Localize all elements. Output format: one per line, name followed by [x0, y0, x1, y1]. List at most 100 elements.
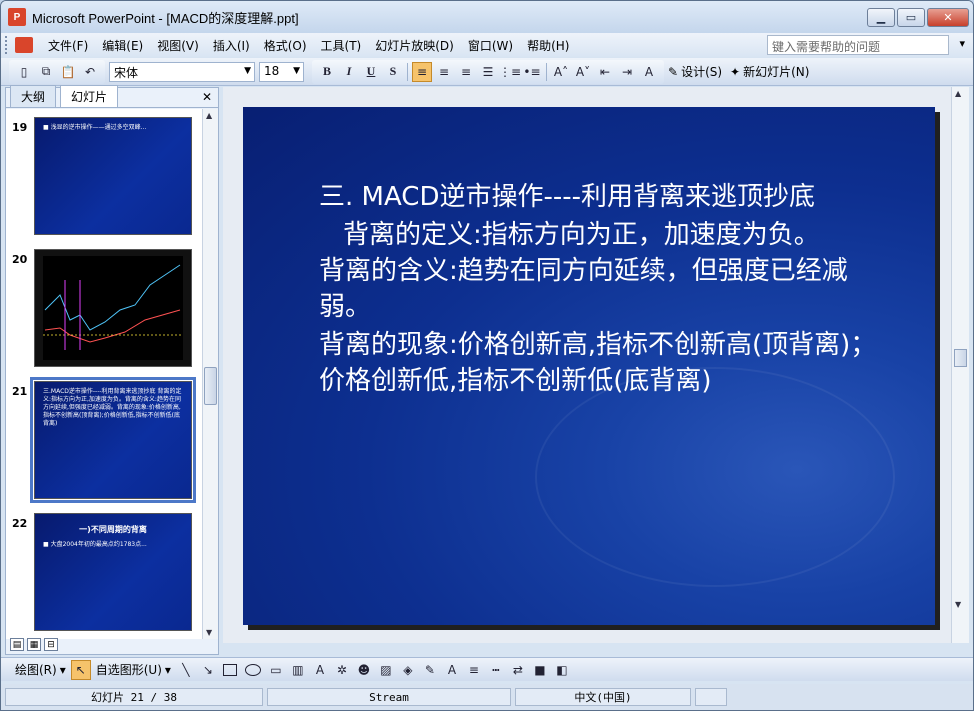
view-buttons: ▤ ▦ ⊟	[10, 638, 58, 654]
slideshow-view-icon[interactable]: ⊟	[44, 638, 58, 651]
title-bar: P Microsoft PowerPoint - [MACD的深度理解.ppt]…	[1, 1, 973, 33]
status-bar: 幻灯片 21 / 38 Stream 中文(中国)	[1, 684, 973, 710]
powerpoint-app-icon[interactable]: P	[8, 8, 26, 26]
oval-icon[interactable]	[244, 663, 261, 676]
slide-thumbnail-20[interactable]	[34, 249, 192, 367]
slide-phenomenon-paragraph[interactable]: 背离的现象:价格创新高,指标不创新高(顶背离)；价格创新低,指标不创新低(底背离…	[319, 327, 899, 399]
close-button[interactable]: ✕	[927, 8, 969, 27]
tab-outline[interactable]: 大纲	[10, 85, 57, 107]
font-dropdown-icon[interactable]: ▼	[244, 66, 251, 76]
3d-style-icon[interactable]: ◧	[552, 660, 572, 680]
menu-grip[interactable]	[5, 36, 15, 54]
vertical-textbox-icon[interactable]: ▥	[288, 660, 308, 680]
font-color-icon[interactable]: A	[442, 660, 462, 680]
menu-format[interactable]: 格式(O)	[257, 37, 314, 54]
document-icon[interactable]	[15, 37, 33, 53]
rectangle-icon[interactable]	[222, 663, 237, 676]
window-title: Microsoft PowerPoint - [MACD的深度理解.ppt]	[32, 10, 299, 26]
bold-icon[interactable]: B	[317, 62, 337, 82]
dash-style-icon[interactable]: ┅	[486, 660, 506, 680]
menu-slideshow[interactable]: 幻灯片放映(D)	[368, 37, 461, 54]
picture-icon[interactable]: ▨	[376, 660, 396, 680]
font-name-select[interactable]: 宋体 ▼	[109, 61, 255, 82]
thumbnail-text: ■ 浅显的逆市操作——通过多空双峰...	[43, 124, 147, 131]
new-slide-button[interactable]: ✦ 新幻灯片(N)	[726, 63, 813, 80]
menu-insert[interactable]: 插入(I)	[206, 37, 257, 54]
scroll-down-icon[interactable]: ▼	[955, 600, 961, 609]
help-search-input[interactable]: 键入需要帮助的问题	[767, 35, 949, 55]
select-pointer-icon[interactable]: ↖	[70, 659, 91, 680]
minimize-button[interactable]: ▁	[867, 8, 895, 27]
font-size-select[interactable]: 18 ▼	[259, 61, 304, 82]
shadow-icon[interactable]: S	[383, 62, 403, 82]
scrollbar-thumb[interactable]	[204, 367, 217, 405]
tab-slides[interactable]: 幻灯片	[60, 85, 119, 107]
slide-heading[interactable]: 三. MACD逆市操作----利用背离来逃顶抄底	[319, 179, 815, 215]
decrease-indent-icon[interactable]: ⇤	[595, 62, 615, 82]
decrease-font-icon[interactable]: A˅	[573, 62, 593, 82]
fill-color-icon[interactable]: ◈	[398, 660, 418, 680]
menu-help[interactable]: 帮助(H)	[520, 37, 576, 54]
menu-bar: 文件(F) 编辑(E) 视图(V) 插入(I) 格式(O) 工具(T) 幻灯片放…	[1, 33, 973, 57]
menu-tools[interactable]: 工具(T)	[314, 37, 369, 54]
scroll-down-icon[interactable]: ▼	[206, 628, 212, 637]
arrow-icon[interactable]: ↘	[198, 660, 218, 680]
scroll-up-icon[interactable]: ▲	[955, 89, 961, 98]
line-icon[interactable]: ╲	[176, 660, 196, 680]
textbox-icon[interactable]: ▭	[266, 660, 286, 680]
slide-meaning-paragraph[interactable]: 背离的含义:趋势在同方向延续，但强度已经减弱。	[319, 253, 899, 325]
arrow-style-icon[interactable]: ⇄	[508, 660, 528, 680]
line-color-icon[interactable]: ✎	[420, 660, 440, 680]
thumbnail-text: ■ 大盘2004年初的最高点约1783点...	[43, 541, 147, 548]
underline-icon[interactable]: U	[361, 62, 381, 82]
slide-number: 21	[12, 385, 28, 398]
menu-view[interactable]: 视图(V)	[150, 37, 206, 54]
close-icon[interactable]: ✕	[202, 90, 212, 104]
scrollbar-thumb[interactable]	[954, 349, 967, 367]
autoshapes-button[interactable]: 自选图形(U) ▾	[92, 661, 175, 678]
slide-thumbnail-22[interactable]: 一)不同周期的背离 ■ 大盘2004年初的最高点约1783点...	[34, 513, 192, 631]
normal-view-icon[interactable]: ▤	[10, 638, 24, 651]
copy-icon[interactable]: ⧉	[36, 62, 56, 82]
menu-edit[interactable]: 编辑(E)	[95, 37, 150, 54]
scroll-up-icon[interactable]: ▲	[206, 111, 212, 120]
font-color-icon[interactable]: A	[639, 62, 659, 82]
format-tools: B I U S ≡ ≡ ≡ ☰ ⋮≡ •≡ A˄ A˅ ⇤ ⇥ A	[312, 59, 664, 84]
maximize-button[interactable]: ▭	[897, 8, 925, 27]
slide-definition-line[interactable]: 背离的定义:指标方向为正，加速度为负。	[343, 217, 820, 253]
align-center-icon[interactable]: ≡	[434, 62, 454, 82]
draw-menu-button[interactable]: 绘图(R) ▾	[11, 661, 70, 678]
align-right-icon[interactable]: ≡	[456, 62, 476, 82]
slide-number: 22	[12, 517, 28, 530]
slide-thumbnail-19[interactable]: ■ 浅显的逆市操作——通过多空双峰...	[34, 117, 192, 235]
size-dropdown-icon[interactable]: ▼	[293, 66, 300, 76]
distribute-icon[interactable]: ☰	[478, 62, 498, 82]
help-dropdown-icon[interactable]: ▾	[959, 37, 965, 50]
paste-icon[interactable]: 📋	[58, 62, 78, 82]
diagram-icon[interactable]: ✲	[332, 660, 352, 680]
current-slide[interactable]: 三. MACD逆市操作----利用背离来逃顶抄底 背离的定义:指标方向为正，加速…	[243, 107, 935, 625]
clipart-icon[interactable]: ☻	[354, 660, 374, 680]
design-button[interactable]: ✎ 设计(S)	[664, 63, 726, 80]
increase-indent-icon[interactable]: ⇥	[617, 62, 637, 82]
slide-scrollbar[interactable]: ▲ ▼	[951, 87, 969, 643]
italic-icon[interactable]: I	[339, 62, 359, 82]
increase-font-icon[interactable]: A˄	[551, 62, 571, 82]
line-style-icon[interactable]: ≡	[464, 660, 484, 680]
slide-thumbnail-21[interactable]: 三.MACD逆市操作----利用背离来逃顶抄底 背离的定义:指标方向为正,加速度…	[30, 377, 196, 503]
shadow-style-icon[interactable]: ■	[530, 660, 550, 680]
menu-window[interactable]: 窗口(W)	[461, 37, 520, 54]
powerpoint-window: P Microsoft PowerPoint - [MACD的深度理解.ppt]…	[0, 0, 974, 711]
menu-file[interactable]: 文件(F)	[41, 37, 95, 54]
align-left-icon[interactable]: ≡	[412, 61, 432, 82]
thumbnail-text: 三.MACD逆市操作----利用背离来逃顶抄底 背离的定义:指标方向为正,加速度…	[43, 388, 182, 427]
wordart-icon[interactable]: A	[310, 660, 330, 680]
slide-sorter-icon[interactable]: ▦	[27, 638, 41, 651]
thumbnail-list: 19 ■ 浅显的逆市操作——通过多空双峰... 20 21 三.MACD逆市操作…	[6, 109, 202, 639]
thumbnail-scrollbar[interactable]: ▲ ▼	[202, 109, 218, 639]
new-document-icon[interactable]: ▯	[14, 62, 34, 82]
bullets-icon[interactable]: •≡	[522, 62, 542, 82]
slide-counter: 幻灯片 21 / 38	[5, 688, 263, 706]
undo-icon[interactable]: ↶	[80, 62, 100, 82]
numbering-icon[interactable]: ⋮≡	[499, 62, 521, 82]
